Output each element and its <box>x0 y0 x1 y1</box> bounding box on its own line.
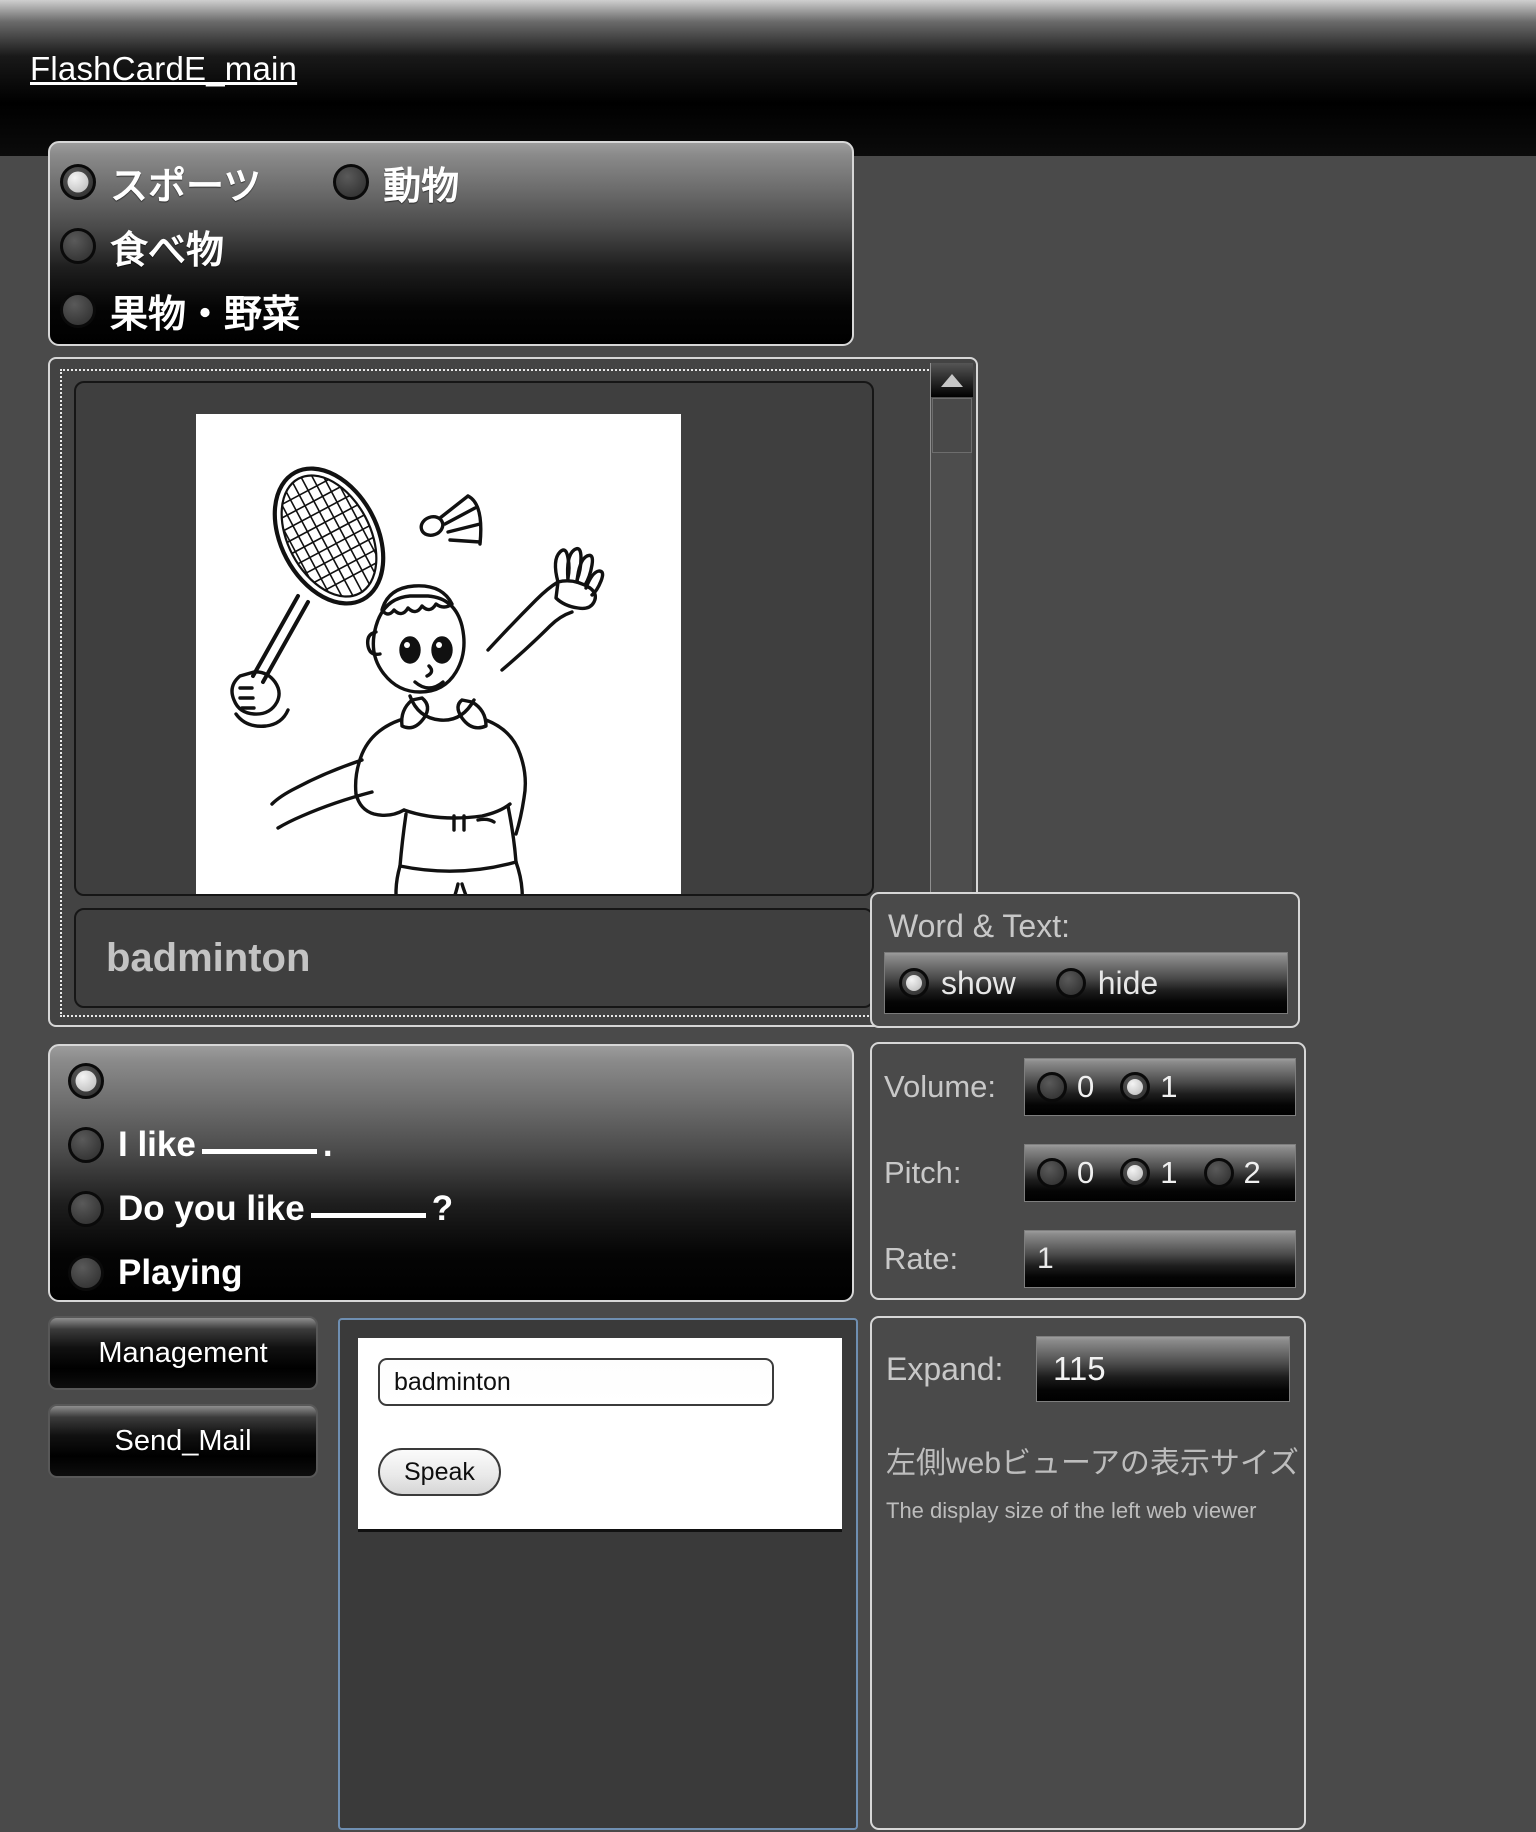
triangle-up-icon <box>941 373 963 387</box>
sentence-blank <box>310 1213 426 1218</box>
pitch-label: Pitch: <box>884 1155 962 1190</box>
word-text-panel: Word & Text: show hide <box>870 892 1300 1028</box>
rate-row: Rate: 1 <box>884 1230 1296 1288</box>
sentence-option-none[interactable] <box>68 1050 852 1112</box>
word-text-option-show[interactable]: show <box>899 965 1016 1002</box>
sentence-label-do-you-like: Do you like? <box>118 1189 453 1229</box>
sentence-blank <box>201 1149 317 1154</box>
category-label-animals: 動物 <box>383 165 460 208</box>
sentence-label-i-like: I like. <box>118 1125 333 1165</box>
pitch-value-0: 0 <box>1077 1155 1095 1190</box>
expand-label: Expand: <box>886 1350 1004 1387</box>
pitch-value-1: 1 <box>1160 1155 1178 1190</box>
management-button[interactable]: Management <box>48 1316 318 1390</box>
flashcard-word-box: badminton <box>74 908 874 1008</box>
sentence-radio-group: I like. Do you like? Playing <box>48 1044 854 1302</box>
category-option-fruits-vegetables[interactable]: 果物・野菜 <box>60 283 300 338</box>
category-radio-group: スポーツ 動物 食べ物 果物・野菜 <box>48 141 854 346</box>
sentence-i-like-post: . <box>322 1125 333 1164</box>
rate-value: 1 <box>1037 1242 1054 1275</box>
volume-value-1: 1 <box>1160 1069 1178 1104</box>
flashcard-image-box <box>74 381 874 896</box>
badminton-illustration <box>196 414 681 894</box>
word-text-label: Word & Text: <box>888 908 1070 944</box>
radio-pitch-1-icon[interactable] <box>1120 1158 1151 1188</box>
rate-label: Rate: <box>884 1241 959 1276</box>
radio-food-icon[interactable] <box>60 228 96 264</box>
category-label-fruits-vegetables: 果物・野菜 <box>110 293 301 336</box>
pitch-value-2: 2 <box>1243 1155 1261 1190</box>
radio-hide-icon[interactable] <box>1055 968 1086 998</box>
sentence-option-playing[interactable]: Playing <box>68 1242 852 1300</box>
volume-option-0[interactable]: 0 <box>1037 1069 1094 1105</box>
volume-row: Volume: 0 1 <box>884 1058 1296 1116</box>
web-viewer-frame: badminton <box>48 357 978 1027</box>
speech-settings-panel: Volume: 0 1 Pitch: 0 1 2 Rate: 1 <box>870 1042 1306 1300</box>
radio-volume-1-icon[interactable] <box>1120 1072 1151 1102</box>
radio-sentence-i-like-icon[interactable] <box>68 1127 104 1163</box>
radio-sentence-do-you-like-icon[interactable] <box>68 1191 104 1227</box>
category-option-food[interactable]: 食べ物 <box>60 219 224 274</box>
sentence-option-do-you-like[interactable]: Do you like? <box>68 1178 852 1240</box>
web-viewer-content: badminton <box>60 369 952 1017</box>
speak-web-view: Speak <box>338 1318 858 1830</box>
radio-fruits-vegetables-icon[interactable] <box>60 292 96 328</box>
expand-note-english: The display size of the left web viewer <box>886 1498 1257 1523</box>
radio-sentence-none-icon[interactable] <box>68 1063 104 1099</box>
title-bar: FlashCardE_main <box>0 0 1536 156</box>
send-mail-button[interactable]: Send_Mail <box>48 1404 318 1478</box>
radio-sentence-playing-icon[interactable] <box>68 1255 104 1291</box>
sentence-do-you-like-pre: Do you like <box>118 1189 305 1228</box>
app-title-link[interactable]: FlashCardE_main <box>30 50 297 88</box>
category-option-animals[interactable]: 動物 <box>333 155 459 210</box>
expand-note-japanese: 左側webビューアの表示サイズ <box>886 1447 1299 1480</box>
sentence-option-i-like[interactable]: I like. <box>68 1114 852 1176</box>
speak-button[interactable]: Speak <box>378 1448 501 1496</box>
expand-panel: Expand: 115 左側webビューアの表示サイズ The display … <box>870 1316 1306 1830</box>
radio-animals-icon[interactable] <box>333 164 370 200</box>
pitch-options-field: 0 1 2 <box>1024 1144 1296 1202</box>
radio-pitch-2-icon[interactable] <box>1203 1158 1234 1188</box>
category-row-1: スポーツ 動物 <box>50 151 852 213</box>
pitch-option-1[interactable]: 1 <box>1120 1155 1178 1191</box>
expand-value: 115 <box>1053 1350 1106 1387</box>
scrollbar-thumb[interactable] <box>932 398 972 453</box>
radio-sports-icon[interactable] <box>60 164 96 200</box>
category-option-sports[interactable]: スポーツ <box>60 155 261 210</box>
rate-input[interactable]: 1 <box>1024 1230 1296 1288</box>
radio-pitch-0-icon[interactable] <box>1037 1158 1067 1188</box>
word-text-options-row: show hide <box>884 952 1288 1014</box>
category-label-food: 食べ物 <box>110 229 225 272</box>
radio-volume-0-icon[interactable] <box>1037 1072 1067 1102</box>
scroll-up-button[interactable] <box>931 363 973 397</box>
category-row-3: 果物・野菜 <box>50 279 852 341</box>
pitch-option-2[interactable]: 2 <box>1203 1155 1261 1191</box>
word-text-label-show: show <box>941 964 1016 1001</box>
sentence-do-you-like-post: ? <box>431 1189 454 1228</box>
volume-option-1[interactable]: 1 <box>1120 1069 1178 1105</box>
pitch-option-0[interactable]: 0 <box>1037 1155 1094 1191</box>
volume-options-field: 0 1 <box>1024 1058 1296 1116</box>
sentence-i-like-pre: I like <box>118 1125 196 1164</box>
category-row-2: 食べ物 <box>50 215 852 277</box>
volume-value-0: 0 <box>1077 1069 1095 1104</box>
volume-label: Volume: <box>884 1069 997 1104</box>
expand-input[interactable]: 115 <box>1036 1336 1290 1402</box>
flashcard-word: badminton <box>106 936 311 980</box>
pitch-row: Pitch: 0 1 2 <box>884 1144 1296 1202</box>
expand-row: Expand: 115 <box>886 1336 1290 1402</box>
radio-show-icon[interactable] <box>899 968 929 998</box>
category-label-sports: スポーツ <box>110 165 262 208</box>
speak-panel-content: Speak <box>358 1338 842 1532</box>
word-text-option-hide[interactable]: hide <box>1055 964 1159 1002</box>
sentence-label-playing: Playing <box>118 1253 243 1292</box>
word-text-label-hide: hide <box>1097 964 1159 1001</box>
speak-text-input[interactable] <box>378 1358 774 1406</box>
